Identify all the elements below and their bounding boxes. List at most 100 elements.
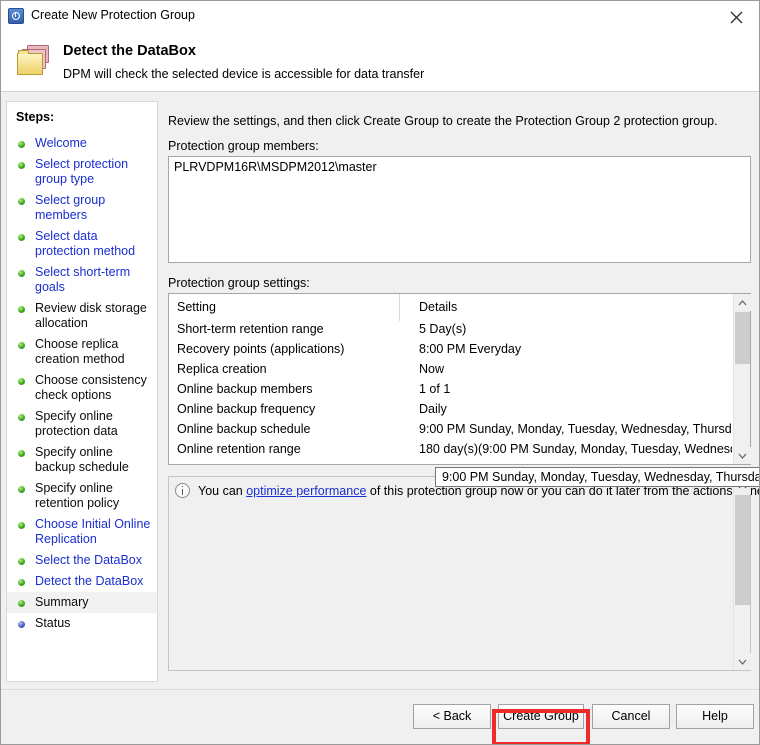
sidebar-step-select-short-term-goals[interactable]: Select short-term goals: [7, 262, 157, 298]
setting-name-cell: Online backup schedule: [177, 422, 311, 436]
table-row[interactable]: Online backup frequency Daily: [169, 400, 732, 420]
step-bullet-icon: [18, 141, 25, 148]
step-label: Specify online protection data: [35, 409, 118, 438]
sidebar-step-specify-online-protection-data: Specify online protection data: [7, 406, 157, 442]
info-text-before: You can: [198, 484, 247, 498]
info-scroll-thumb[interactable]: [735, 495, 750, 605]
dpm-clock-icon: [8, 8, 24, 24]
column-header-details[interactable]: Details: [411, 294, 732, 320]
setting-name-cell: Recovery points (applications): [177, 342, 345, 356]
table-header-row: Setting Details: [169, 294, 732, 320]
step-label: Choose consistency check options: [35, 373, 147, 402]
sidebar-step-select-data-protection-method[interactable]: Select data protection method: [7, 226, 157, 262]
create-group-button[interactable]: Create Group: [498, 704, 584, 729]
step-label: Select the DataBox: [35, 553, 143, 567]
scroll-down-icon[interactable]: [734, 653, 751, 670]
page-header: Detect the DataBox DPM will check the se…: [1, 31, 759, 92]
settings-scrollbar[interactable]: [733, 294, 751, 464]
table-row[interactable]: Online retention range 180 day(s)(9:00 PM…: [169, 440, 732, 460]
setting-details-cell: 180 day(s)(9:00 PM Sunday, Monday, Tuesd…: [419, 442, 732, 456]
step-bullet-icon: [18, 450, 25, 457]
sidebar-step-detect-the-databox[interactable]: Detect the DataBox: [7, 571, 157, 592]
sidebar-step-select-protection-group-type[interactable]: Select protection group type: [7, 154, 157, 190]
step-label: Summary: [35, 595, 89, 609]
step-label: Select group members: [35, 193, 106, 222]
close-icon[interactable]: [714, 1, 759, 30]
folder-stack-icon: [17, 45, 55, 79]
scroll-up-icon[interactable]: [734, 294, 751, 311]
table-row[interactable]: Online backup members 1 of 1: [169, 380, 732, 400]
info-panel-scrollbar[interactable]: [733, 477, 751, 670]
sidebar-step-select-the-databox[interactable]: Select the DataBox: [7, 550, 157, 571]
step-bullet-icon: [18, 378, 25, 385]
main-content: Review the settings, and then click Crea…: [166, 101, 759, 682]
sidebar-step-welcome[interactable]: Welcome: [7, 133, 157, 154]
dialog-footer: < Back Create Group Cancel Help: [1, 689, 759, 744]
step-bullet-icon: [18, 600, 25, 607]
step-bullet-icon: [18, 162, 25, 169]
table-row[interactable]: Short-term retention range 5 Day(s): [169, 320, 732, 340]
sidebar-step-status: Status: [7, 613, 157, 634]
step-label: Review disk storage allocation: [35, 301, 147, 330]
scroll-down-icon[interactable]: [734, 447, 751, 464]
help-button[interactable]: Help: [676, 704, 754, 729]
step-bullet-icon: [18, 486, 25, 493]
step-bullet-icon: [18, 621, 25, 628]
column-header-setting[interactable]: Setting: [169, 294, 411, 320]
step-label: Select protection group type: [35, 157, 129, 186]
sidebar-step-choose-initial-online-replication[interactable]: Choose Initial Online Replication: [7, 514, 157, 550]
schedule-tooltip: 9:00 PM Sunday, Monday, Tuesday, Wednesd…: [435, 467, 759, 487]
page-subtitle: DPM will check the selected device is ac…: [63, 67, 425, 81]
table-row[interactable]: Online backup schedule 9:00 PM Sunday, Mo…: [169, 420, 732, 440]
create-protection-group-dialog: Create New Protection Group Detect the D…: [0, 0, 760, 745]
step-bullet-icon: [18, 414, 25, 421]
settings-label: Protection group settings:: [168, 276, 310, 290]
step-bullet-icon: [18, 522, 25, 529]
setting-details-cell: Now: [419, 362, 445, 376]
step-bullet-icon: [18, 579, 25, 586]
step-label: Welcome: [35, 136, 87, 150]
setting-name-cell: Online backup frequency: [177, 402, 316, 416]
step-label: Select data protection method: [35, 229, 136, 258]
step-bullet-icon: [18, 558, 25, 565]
step-label: Select short-term goals: [35, 265, 131, 294]
step-label: Choose replica creation method: [35, 337, 125, 366]
steps-heading: Steps:: [16, 110, 55, 124]
back-button[interactable]: < Back: [413, 704, 491, 729]
step-label: Status: [35, 616, 71, 630]
protection-group-settings-table[interactable]: Setting Details Short-term retention ran…: [168, 293, 751, 465]
sidebar-step-specify-online-retention-policy: Specify online retention policy: [7, 478, 157, 514]
column-divider: [399, 294, 400, 321]
protection-group-members-list[interactable]: PLRVDPM16R\MSDPM2012\master: [168, 156, 751, 263]
members-label: Protection group members:: [168, 139, 319, 153]
cancel-button[interactable]: Cancel: [592, 704, 670, 729]
sidebar-step-choose-consistency-check-options: Choose consistency check options: [7, 370, 157, 406]
setting-name-cell: Replica creation: [177, 362, 267, 376]
title-bar: Create New Protection Group: [1, 1, 759, 31]
step-bullet-icon: [18, 306, 25, 313]
table-row[interactable]: Replica creation Now: [169, 360, 732, 380]
steps-sidebar: Steps: Welcome Select protection group ty…: [6, 101, 158, 682]
sidebar-step-select-group-members[interactable]: Select group members: [7, 190, 157, 226]
settings-scroll-thumb[interactable]: [735, 312, 750, 364]
setting-name-cell: Short-term retention range: [177, 322, 324, 336]
step-label: Detect the DataBox: [35, 574, 144, 588]
setting-details-cell: 1 of 1: [419, 382, 451, 396]
step-bullet-icon: [18, 234, 25, 241]
setting-name-cell: Online retention range: [177, 442, 301, 456]
setting-details-cell: Daily: [419, 402, 447, 416]
optimize-performance-link[interactable]: optimize performance: [246, 484, 366, 498]
info-circle-icon: [175, 483, 190, 498]
info-panel: You can optimize performance of this pro…: [168, 476, 759, 671]
setting-name-cell: Online backup members: [177, 382, 313, 396]
step-label: Choose Initial Online Replication: [35, 517, 151, 546]
sidebar-step-review-disk-storage-allocation: Review disk storage allocation: [7, 298, 157, 334]
sidebar-step-summary: Summary: [7, 592, 157, 613]
member-row[interactable]: PLRVDPM16R\MSDPM2012\master: [169, 157, 750, 174]
setting-details-cell: 5 Day(s): [419, 322, 467, 336]
intro-text: Review the settings, and then click Crea…: [168, 114, 718, 128]
setting-details-cell: 8:00 PM Everyday: [419, 342, 522, 356]
setting-details-cell: 9:00 PM Sunday, Monday, Tuesday, Wednesd…: [419, 422, 732, 436]
table-row[interactable]: Recovery points (applications) 8:00 PM Ev…: [169, 340, 732, 360]
step-bullet-icon: [18, 198, 25, 205]
